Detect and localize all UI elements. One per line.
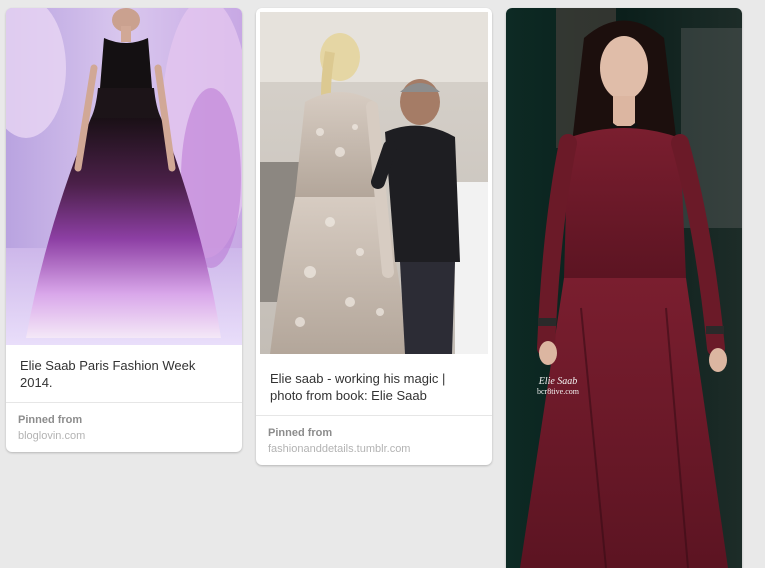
pin-card[interactable]: Elie Saab Paris Fashion Week 2014. Pinne… [6,8,242,452]
watermark-brand: Elie Saab [538,376,578,387]
pin-card[interactable]: Elie saab - working his magic | photo fr… [256,8,492,465]
pin-image[interactable] [506,8,742,568]
watermark-site: bcr8tive.com [537,387,579,396]
pin-source-link[interactable]: bloglovin.com [18,430,85,442]
pin-description[interactable]: Elie Saab Paris Fashion Week 2014. [20,357,228,391]
pin-image[interactable] [260,12,488,354]
pin-description[interactable]: Elie saab - working his magic | photo fr… [270,370,478,404]
pinned-from-label: Pinned from [268,427,333,439]
divider [256,415,492,416]
pinned-from-label: Pinned from [18,414,83,426]
watermark: Elie Saab bcr8tive.com [528,376,588,396]
pin-image[interactable] [6,8,242,345]
pin-source-link[interactable]: fashionanddetails.tumblr.com [268,443,410,455]
divider [6,402,242,403]
pin-card[interactable]: Elie Saab bcr8tive.com [506,8,742,568]
